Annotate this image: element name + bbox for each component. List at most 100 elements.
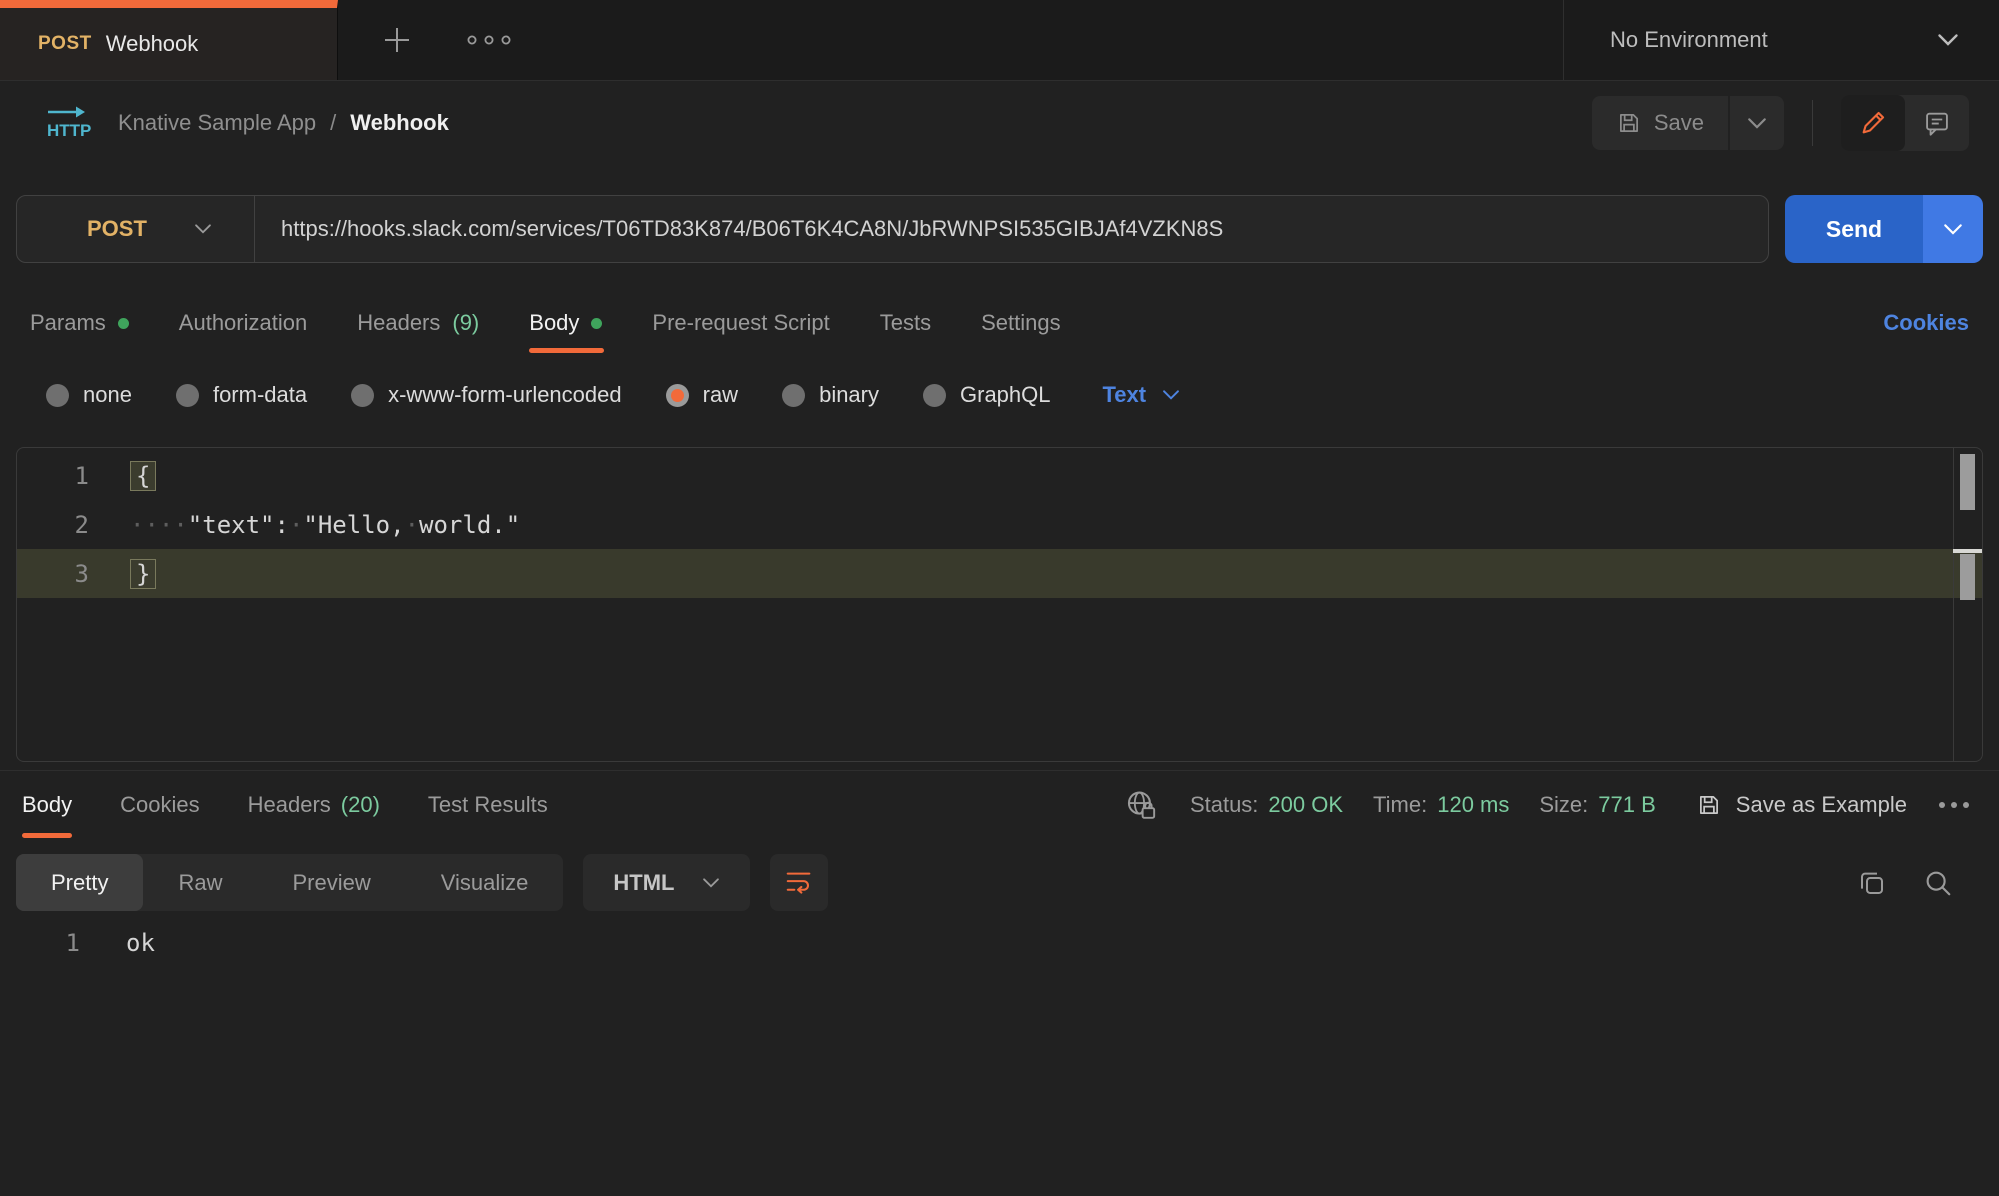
chevron-down-icon	[194, 223, 212, 235]
network-info-button[interactable]	[1124, 789, 1160, 821]
chevron-down-icon	[1747, 117, 1767, 130]
tab-pre-request-script[interactable]: Pre-request Script	[652, 293, 829, 353]
save-options-button[interactable]	[1728, 96, 1784, 150]
method-select[interactable]: POST	[17, 196, 255, 262]
cookies-link[interactable]: Cookies	[1883, 310, 1969, 336]
radio-x-www-form-urlencoded[interactable]: x-www-form-urlencoded	[351, 382, 622, 408]
tab-label: Pre-request Script	[652, 310, 829, 336]
search-response-button[interactable]	[1923, 868, 1953, 898]
radio-none[interactable]: none	[46, 382, 132, 408]
time-group: Time: 120 ms	[1373, 792, 1509, 818]
tab-options-button[interactable]	[466, 34, 512, 46]
request-body-editor[interactable]: 1 { 2 ····"text":·"Hello,·world." 3 }	[16, 447, 1983, 762]
space-dot: ·	[405, 511, 419, 539]
response-body-viewer[interactable]: 1 ok	[0, 929, 1999, 957]
matched-brace: {	[130, 461, 156, 491]
tab-body[interactable]: Body	[529, 293, 602, 353]
divider	[1812, 100, 1813, 146]
view-visualize[interactable]: Visualize	[406, 854, 564, 911]
raw-format-select[interactable]: Text	[1103, 382, 1181, 408]
indent-dots: ····	[130, 511, 188, 539]
request-tabs: Params Authorization Headers (9) Body Pr…	[0, 293, 1999, 353]
tab-label: Test Results	[428, 792, 548, 818]
line-number: 1	[17, 462, 89, 490]
wrap-lines-button[interactable]	[770, 854, 828, 911]
radio-label: x-www-form-urlencoded	[388, 382, 622, 408]
tab-authorization[interactable]: Authorization	[179, 293, 307, 353]
request-tab[interactable]: POST Webhook	[0, 0, 338, 80]
send-button-group: Send	[1785, 195, 1983, 263]
save-icon	[1696, 792, 1722, 818]
breadcrumb-separator: /	[330, 110, 336, 136]
time-value: 120 ms	[1437, 792, 1509, 818]
tab-label: Body	[22, 792, 72, 818]
radio-circle	[923, 384, 946, 407]
tab-tests[interactable]: Tests	[880, 293, 931, 353]
environment-selector[interactable]: No Environment	[1563, 0, 1999, 80]
response-tab-test-results[interactable]: Test Results	[428, 771, 548, 838]
response-format-select[interactable]: HTML	[583, 854, 750, 911]
send-options-button[interactable]	[1923, 195, 1983, 263]
breadcrumb-collection[interactable]: Knative Sample App	[118, 110, 316, 136]
status-value: 200 OK	[1268, 792, 1343, 818]
view-preview[interactable]: Preview	[257, 854, 405, 911]
save-as-example-button[interactable]: Save as Example	[1696, 792, 1907, 818]
chevron-down-icon	[1943, 223, 1963, 236]
params-active-dot	[118, 318, 129, 329]
line-number: 2	[17, 511, 89, 539]
tab-label: Body	[529, 310, 579, 336]
radio-circle	[176, 384, 199, 407]
edit-request-button[interactable]	[1841, 95, 1905, 151]
json-value: world."	[419, 511, 520, 539]
save-button[interactable]: Save	[1592, 96, 1728, 150]
send-button[interactable]: Send	[1785, 195, 1923, 263]
radio-label: form-data	[213, 382, 307, 408]
radio-form-data[interactable]: form-data	[176, 382, 307, 408]
response-tab-cookies[interactable]: Cookies	[120, 771, 199, 838]
response-tab-body[interactable]: Body	[22, 771, 72, 838]
radio-raw[interactable]: raw	[666, 382, 738, 408]
view-label: Pretty	[51, 870, 108, 896]
environment-label: No Environment	[1610, 27, 1768, 53]
json-key: "text":	[188, 511, 289, 539]
tab-settings[interactable]: Settings	[981, 293, 1061, 353]
new-tab-button[interactable]	[380, 23, 414, 57]
line-number: 1	[0, 929, 80, 957]
tab-label: Cookies	[120, 792, 199, 818]
tab-label: Headers	[248, 792, 331, 818]
matched-brace: }	[130, 559, 156, 589]
size-label: Size:	[1539, 792, 1588, 818]
chevron-down-icon	[1937, 33, 1959, 47]
tab-params[interactable]: Params	[30, 293, 129, 353]
http-request-icon: HTTP	[40, 103, 92, 143]
url-input[interactable]: https://hooks.slack.com/services/T06TD83…	[255, 216, 1223, 242]
view-pretty[interactable]: Pretty	[16, 854, 143, 911]
tab-headers[interactable]: Headers (9)	[357, 293, 479, 353]
overview-ruler-thumb	[1960, 554, 1975, 600]
status-group: Status: 200 OK	[1190, 792, 1343, 818]
editor-scrollbar[interactable]	[1953, 448, 1982, 761]
radio-graphql[interactable]: GraphQL	[923, 382, 1051, 408]
save-label: Save	[1654, 110, 1704, 136]
editor-line-2: 2 ····"text":·"Hello,·world."	[17, 500, 1982, 549]
overview-ruler-cursor-mark	[1953, 549, 1982, 553]
response-options-button[interactable]	[1937, 800, 1971, 810]
chevron-down-icon	[702, 877, 720, 889]
documentation-button[interactable]	[1905, 95, 1969, 151]
scrollbar-thumb[interactable]	[1960, 454, 1975, 510]
body-active-dot	[591, 318, 602, 329]
radio-circle	[351, 384, 374, 407]
copy-icon	[1857, 868, 1887, 898]
radio-circle	[46, 384, 69, 407]
radio-binary[interactable]: binary	[782, 382, 879, 408]
response-view-switcher: Pretty Raw Preview Visualize	[16, 854, 563, 911]
copy-response-button[interactable]	[1857, 868, 1887, 898]
view-label: Visualize	[441, 870, 529, 896]
breadcrumb-request-name[interactable]: Webhook	[350, 110, 449, 136]
pencil-icon	[1859, 109, 1887, 137]
response-meta: Status: 200 OK Time: 120 ms Size: 771 B …	[1124, 789, 1971, 821]
view-raw[interactable]: Raw	[143, 854, 257, 911]
format-label: Text	[1103, 382, 1147, 408]
save-button-group: Save	[1592, 96, 1784, 150]
response-tab-headers[interactable]: Headers (20)	[248, 771, 380, 838]
